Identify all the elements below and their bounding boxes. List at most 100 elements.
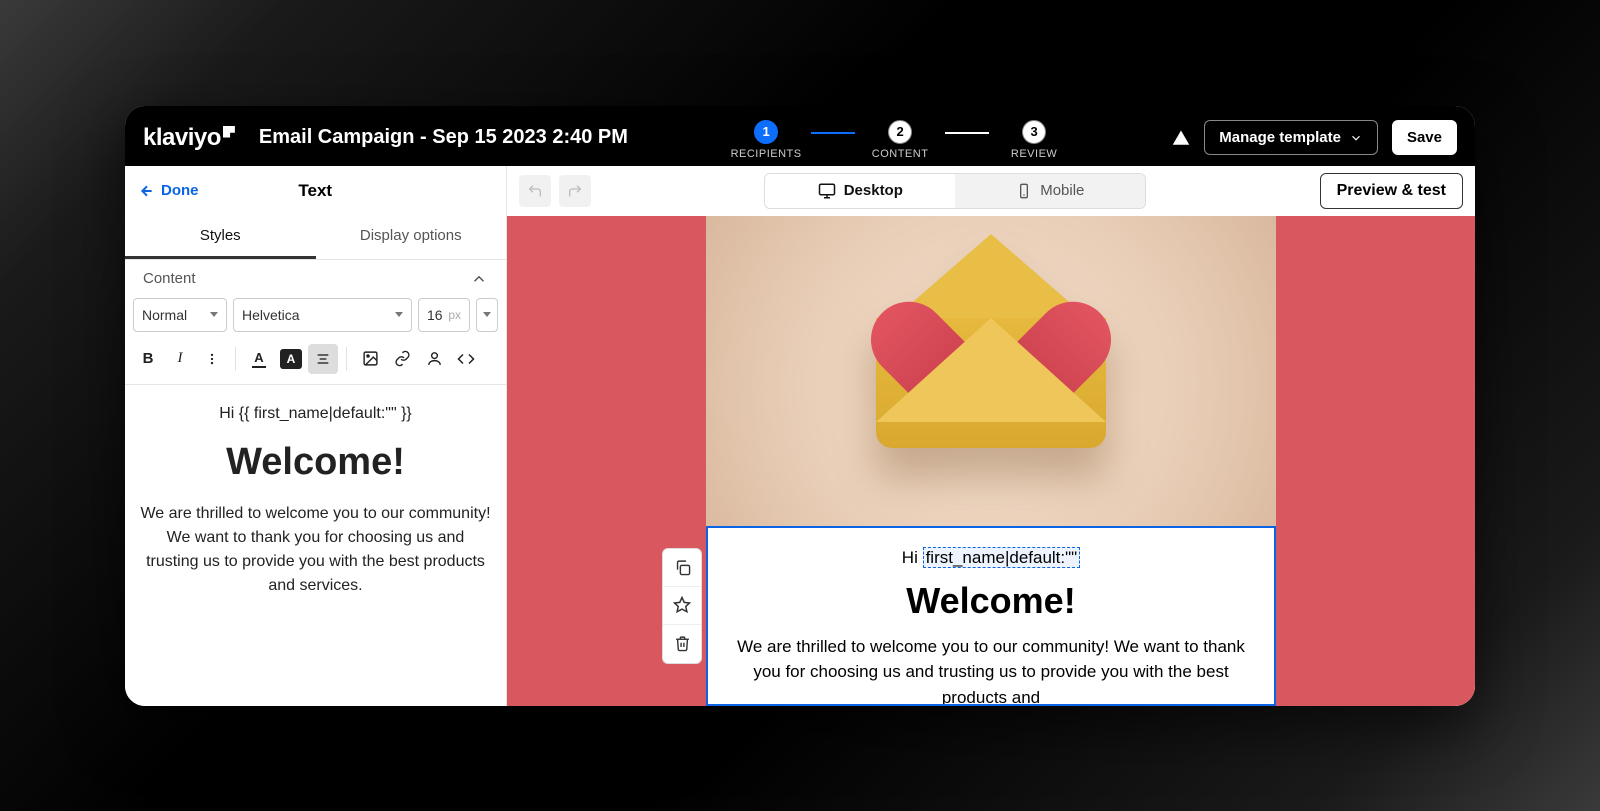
brand-mark-icon <box>223 126 235 138</box>
step-recipients[interactable]: 1 RECIPIENTS <box>721 120 811 160</box>
caret-down-icon <box>483 312 491 317</box>
campaign-title: Email Campaign - Sep 15 2023 2:40 PM <box>259 126 628 149</box>
step-content[interactable]: 2 CONTENT <box>855 120 945 160</box>
device-label: Desktop <box>844 182 903 199</box>
font-size-input[interactable]: 16 px <box>418 298 470 332</box>
step-label: CONTENT <box>872 148 929 160</box>
image-icon <box>362 350 379 367</box>
step-review[interactable]: 3 REVIEW <box>989 120 1079 160</box>
tab-styles[interactable]: Styles <box>125 216 316 259</box>
panel-tabs: Styles Display options <box>125 216 506 260</box>
chevron-up-icon <box>470 270 488 288</box>
copy-icon <box>674 559 691 576</box>
mobile-icon <box>1016 183 1032 199</box>
person-icon <box>426 350 443 367</box>
canvas-body: We are thrilled to welcome you to our co… <box>736 634 1246 706</box>
link-icon <box>394 350 411 367</box>
star-icon <box>673 596 691 614</box>
device-mobile-button[interactable]: Mobile <box>955 174 1145 208</box>
dots-vertical-icon <box>205 352 219 366</box>
canvas-wrap: Desktop Mobile Preview & test <box>507 166 1475 706</box>
wizard-steps: 1 RECIPIENTS 2 CONTENT 3 REVIEW <box>652 116 1148 160</box>
text-block-selected[interactable]: Text Hi first_name|default:"" Welcome! W… <box>706 526 1276 706</box>
insert-link-button[interactable] <box>387 344 417 374</box>
caret-down-icon <box>210 312 218 317</box>
code-view-button[interactable] <box>451 344 481 374</box>
favorite-block-button[interactable] <box>663 587 701 625</box>
personalization-token[interactable]: first_name|default:"" <box>923 547 1081 568</box>
step-label: RECIPIENTS <box>731 148 802 160</box>
step-circle: 2 <box>888 120 912 144</box>
undo-icon <box>527 183 543 199</box>
redo-button[interactable] <box>559 175 591 207</box>
highlight-color-button[interactable]: A <box>276 344 306 374</box>
canvas-headline: Welcome! <box>736 580 1246 622</box>
align-center-button[interactable] <box>308 344 338 374</box>
format-icons-row: B I A A <box>125 340 506 385</box>
desktop-icon <box>818 182 836 200</box>
font-family-select[interactable]: Helvetica <box>233 298 412 332</box>
brand-logo: klaviyo <box>143 124 235 152</box>
email-column: Text Hi first_name|default:"" Welcome! W… <box>706 216 1276 706</box>
divider <box>346 347 347 371</box>
greeting-prefix: Hi <box>902 548 923 567</box>
chevron-down-icon <box>1349 131 1363 145</box>
editor-headline: Welcome! <box>139 441 492 484</box>
canvas-greeting: Hi first_name|default:"" <box>736 548 1246 568</box>
accordion-label: Content <box>143 270 196 287</box>
step-connector <box>811 132 855 134</box>
device-desktop-button[interactable]: Desktop <box>765 174 955 208</box>
editor-greeting: Hi {{ first_name|default:"" }} <box>139 405 492 423</box>
step-circle: 1 <box>754 120 778 144</box>
paragraph-style-select[interactable]: Normal <box>133 298 227 332</box>
warning-icon[interactable] <box>1172 129 1190 147</box>
font-size-dropdown[interactable] <box>476 298 498 332</box>
header-actions: Manage template Save <box>1172 120 1457 155</box>
main-area: Done Text Styles Display options Content… <box>125 166 1475 706</box>
undo-button[interactable] <box>519 175 551 207</box>
step-label: REVIEW <box>1011 148 1057 160</box>
text-color-button[interactable]: A <box>244 344 274 374</box>
brand-text: klaviyo <box>143 124 221 152</box>
size-value: 16 <box>427 307 443 323</box>
italic-button[interactable]: I <box>165 344 195 374</box>
device-label: Mobile <box>1040 182 1084 199</box>
trash-icon <box>674 635 691 652</box>
step-connector <box>945 132 989 134</box>
envelope-illustration <box>876 278 1106 448</box>
app-window: klaviyo Email Campaign - Sep 15 2023 2:4… <box>125 106 1475 706</box>
size-unit: px <box>448 308 461 322</box>
hero-image-block[interactable] <box>706 216 1276 526</box>
divider <box>235 347 236 371</box>
align-center-icon <box>315 351 331 367</box>
editor-content[interactable]: Hi {{ first_name|default:"" }} Welcome! … <box>125 385 506 618</box>
tab-display-options[interactable]: Display options <box>316 216 507 259</box>
accordion-content[interactable]: Content <box>125 260 506 298</box>
preview-test-button[interactable]: Preview & test <box>1320 173 1463 209</box>
block-floating-toolbar <box>662 548 702 664</box>
left-panel-header: Done Text <box>125 166 506 216</box>
format-controls-row: Normal Helvetica 16 px <box>125 298 506 340</box>
left-panel: Done Text Styles Display options Content… <box>125 166 507 706</box>
caret-down-icon <box>395 312 403 317</box>
email-canvas[interactable]: Text Hi first_name|default:"" Welcome! W… <box>507 216 1475 706</box>
device-toggle: Desktop Mobile <box>764 173 1146 209</box>
top-bar: klaviyo Email Campaign - Sep 15 2023 2:4… <box>125 106 1475 166</box>
bold-button[interactable]: B <box>133 344 163 374</box>
redo-icon <box>567 183 583 199</box>
panel-title: Text <box>139 181 493 201</box>
editor-body: We are thrilled to welcome you to our co… <box>139 502 492 598</box>
select-value: Helvetica <box>242 307 300 323</box>
canvas-toolbar: Desktop Mobile Preview & test <box>507 166 1475 216</box>
insert-personalization-button[interactable] <box>419 344 449 374</box>
more-formatting-button[interactable] <box>197 344 227 374</box>
insert-image-button[interactable] <box>355 344 385 374</box>
select-value: Normal <box>142 307 187 323</box>
manage-template-label: Manage template <box>1219 129 1341 146</box>
save-button[interactable]: Save <box>1392 120 1457 155</box>
delete-block-button[interactable] <box>663 625 701 663</box>
manage-template-button[interactable]: Manage template <box>1204 120 1378 155</box>
duplicate-block-button[interactable] <box>663 549 701 587</box>
step-circle: 3 <box>1022 120 1046 144</box>
code-icon <box>457 350 475 368</box>
